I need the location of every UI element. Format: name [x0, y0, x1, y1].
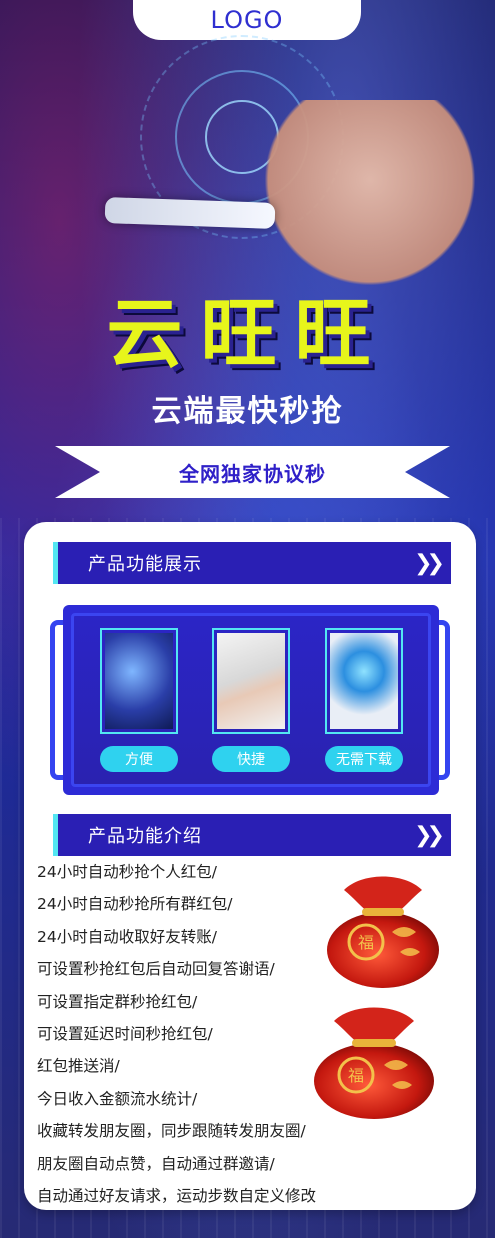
- red-lucky-bag-icon: 福: [314, 1007, 434, 1119]
- section-title: 产品功能介绍: [88, 826, 202, 847]
- double-chevron-right-icon: ❯❯: [414, 551, 445, 576]
- feature-item: 自动通过好友请求，运动步数自定义修改: [37, 1186, 317, 1205]
- feature-pill[interactable]: 快捷: [212, 746, 290, 772]
- feature-item: 朋友圈自动点赞，自动通过群邀请/: [37, 1154, 275, 1173]
- feature-pill[interactable]: 方便: [100, 746, 178, 772]
- phone-image: [104, 197, 276, 229]
- feature-item: 24小时自动秒抢所有群红包/: [37, 895, 233, 914]
- app-title: 云旺旺: [106, 289, 389, 378]
- double-chevron-right-icon: ❯❯: [414, 823, 445, 848]
- feature-item: 24小时自动秒抢个人红包/: [37, 863, 217, 881]
- phone-lens-image: [330, 633, 398, 729]
- tagline-text: 全网独家协议秒: [179, 462, 326, 486]
- showcase-image-nodownload: [325, 628, 403, 734]
- hand-phone-image: [105, 633, 173, 729]
- svg-text:福: 福: [348, 1066, 364, 1085]
- feature-item: 24小时自动收取好友转账/: [37, 927, 217, 946]
- feature-pill[interactable]: 无需下载: [325, 746, 403, 772]
- red-lucky-bag-icon: 福: [327, 876, 439, 988]
- app-subtitle: 云端最快秒抢: [151, 394, 344, 429]
- logo: LOGO: [133, 0, 361, 40]
- hand-image: [250, 100, 490, 300]
- feature-item: 可设置秒抢红包后自动回复答谢语/: [37, 960, 275, 979]
- tagline-ribbon: 全网独家协议秒: [55, 446, 450, 498]
- section-title: 产品功能展示: [88, 554, 202, 575]
- section-header-showcase: 产品功能展示 ❯❯: [53, 542, 451, 584]
- svg-text:福: 福: [358, 933, 374, 952]
- hero-image: [0, 35, 495, 300]
- showcase-image-fast: [212, 628, 290, 734]
- showcase-image-convenient: [100, 628, 178, 734]
- section-header-intro: 产品功能介绍 ❯❯: [53, 814, 451, 856]
- laptop-typing-image: [217, 633, 285, 729]
